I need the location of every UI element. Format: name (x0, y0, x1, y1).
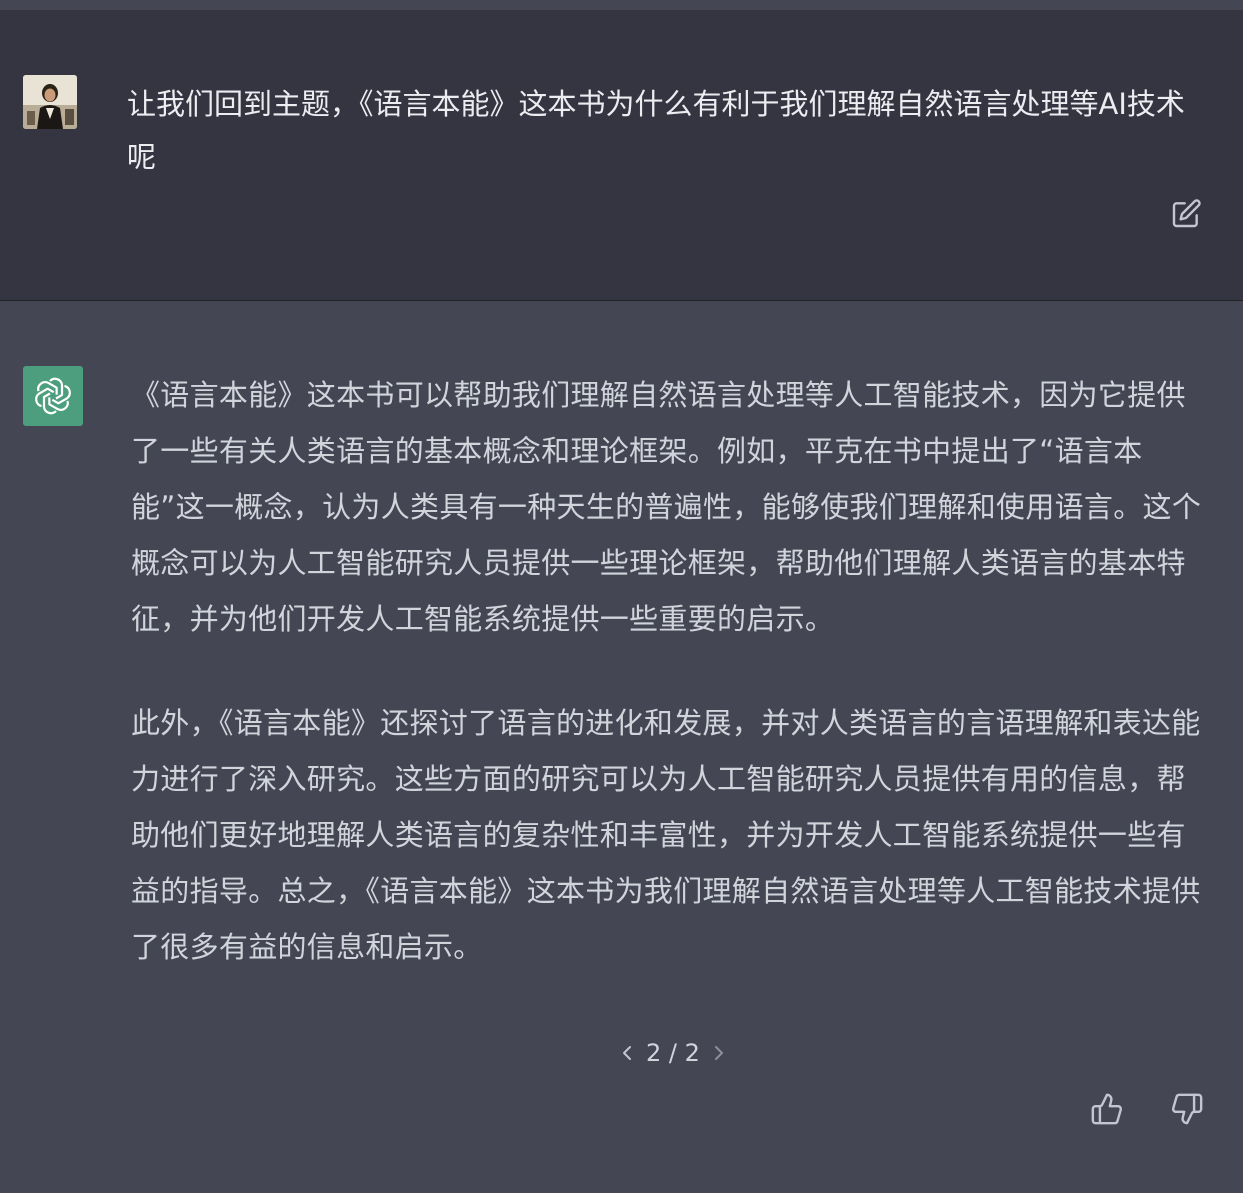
pager-label: 2 / 2 (646, 1039, 700, 1067)
edit-button[interactable] (1168, 196, 1204, 232)
user-avatar (23, 75, 77, 129)
assistant-paragraph: 此外，《语言本能》还探讨了语言的进化和发展，并对人类语言的言语理解和表达能力进行… (131, 706, 1201, 964)
edit-icon (1172, 199, 1201, 228)
thumbs-up-button[interactable] (1087, 1089, 1127, 1129)
next-response-button[interactable] (710, 1038, 728, 1068)
thumbs-down-button[interactable] (1167, 1089, 1207, 1129)
assistant-message-text: 《语言本能》这本书可以帮助我们理解自然语言处理等人工智能技术，因为它提供了一些有… (131, 367, 1211, 1023)
openai-logo-icon (35, 377, 71, 415)
assistant-paragraph: 《语言本能》这本书可以帮助我们理解自然语言处理等人工智能技术，因为它提供了一些有… (131, 378, 1202, 636)
assistant-message: 《语言本能》这本书可以帮助我们理解自然语言处理等人工智能技术，因为它提供了一些有… (0, 301, 1243, 1193)
previous-response-button[interactable] (618, 1038, 636, 1068)
user-avatar-image (23, 75, 77, 129)
assistant-avatar (23, 366, 83, 426)
user-message: 让我们回到主题，《语言本能》这本书为什么有利于我们理解自然语言处理等AI技术呢 (0, 10, 1243, 301)
chevron-right-icon (714, 1046, 723, 1060)
response-pager: 2 / 2 (618, 1035, 728, 1071)
thumbs-down-icon (1172, 1093, 1203, 1125)
user-message-text: 让我们回到主题，《语言本能》这本书为什么有利于我们理解自然语言处理等AI技术呢 (127, 87, 1185, 174)
top-strip (0, 0, 1243, 10)
thumbs-up-icon (1091, 1093, 1122, 1125)
chevron-left-icon (623, 1046, 631, 1060)
